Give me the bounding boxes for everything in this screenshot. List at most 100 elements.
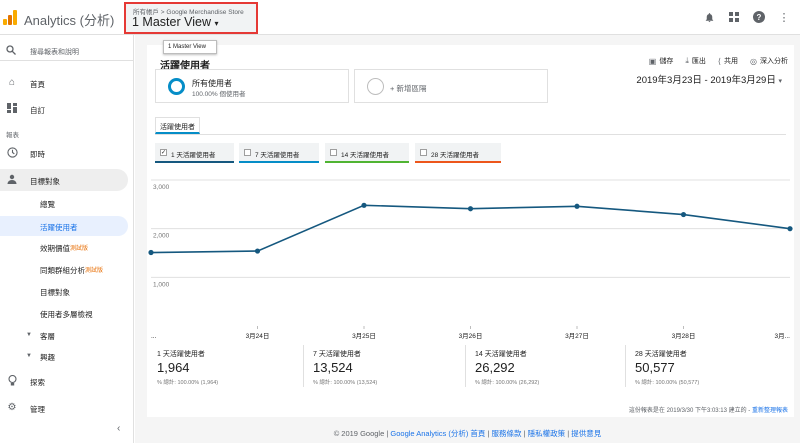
gear-icon: ⚙: [7, 402, 17, 413]
data-point: [787, 226, 793, 232]
sidebar-sub-cohort[interactable]: 同類群組分析測試版: [0, 259, 128, 279]
lightbulb-icon: [6, 374, 18, 387]
summary-14-day: 14 天活躍使用者 26,292 % 總計: 100.00% (26,292): [465, 340, 625, 390]
export-icon: ⤓: [685, 56, 689, 65]
data-point: [467, 206, 474, 212]
sidebar-item-label: 探索: [30, 378, 45, 387]
export-button[interactable]: ⤓ 匯出: [685, 56, 706, 66]
sidebar-sub-label: 活躍使用者: [40, 223, 78, 232]
app-title[interactable]: Analytics (分析): [24, 10, 114, 29]
footer-link-terms[interactable]: 服務條款: [492, 429, 522, 438]
sidebar-sub-active-users[interactable]: 活躍使用者: [0, 216, 128, 236]
share-button[interactable]: ⟨ 共用: [718, 56, 738, 66]
summary-1-day: 1 天活躍使用者 1,964 % 總計: 100.00% (1,964): [147, 340, 307, 390]
x-tick-label: 3月24日: [246, 332, 270, 340]
sidebar-item-label: 管理: [30, 405, 45, 414]
view-selector[interactable]: 所有帳戶 > Google Merchandise Store 1 Master…: [124, 2, 258, 34]
checkbox-icon: [244, 149, 251, 156]
tab-active-users[interactable]: 活躍使用者: [155, 117, 200, 134]
save-button[interactable]: ▣ 儲存: [649, 56, 674, 66]
beta-badge: 測試版: [70, 246, 89, 252]
sidebar-sub-lifetime-value[interactable]: 效期價值測試版: [0, 237, 128, 257]
sidebar-item-audience[interactable]: 目標對象: [0, 169, 128, 191]
top-bar: Analytics (分析) 所有帳戶 > Google Merchandise…: [0, 0, 800, 35]
sidebar-item-discover[interactable]: 探索: [0, 370, 134, 392]
segment-all-users[interactable]: 所有使用者 100.00% 個使用者: [155, 69, 349, 103]
x-tick-label: 3月28日: [672, 332, 696, 340]
metric-14-day-button[interactable]: 14 天活躍使用者: [325, 143, 409, 163]
add-segment-label: + 新增區隔: [390, 84, 427, 93]
sidebar-item-custom[interactable]: 自訂: [0, 98, 134, 120]
metric-label: 7 天活躍使用者: [255, 152, 300, 159]
sidebar-sub-demographics[interactable]: ▼ 客層: [0, 325, 128, 345]
svg-text:?: ?: [757, 13, 762, 22]
footer-link-home[interactable]: Google Analytics (分析) 首頁: [390, 429, 485, 438]
sidebar-item-label: 自訂: [30, 106, 45, 115]
refresh-report-link[interactable]: 重新整理報表: [752, 408, 788, 414]
insights-button[interactable]: ◎ 深入分析: [750, 56, 788, 66]
date-range-picker[interactable]: 2019年3月23日 - 2019年3月29日 ▾: [636, 72, 782, 86]
expand-arrow-icon: ▼: [26, 353, 32, 359]
segment-circle-icon: [168, 78, 185, 95]
sidebar-item-home[interactable]: ⌂ 首頁: [0, 72, 134, 94]
sidebar-sub-label: 客層: [40, 332, 55, 341]
sidebar-sub-label: 效期價值測試版: [40, 244, 89, 253]
x-tick-label: 3月27日: [565, 332, 589, 340]
data-point: [680, 211, 687, 218]
sidebar-sub-audiences[interactable]: 目標對象: [0, 281, 128, 301]
summary-percentage: % 總計: 100.00% (1,964): [157, 380, 219, 386]
summary-label: 14 天活躍使用者: [475, 351, 527, 358]
analytics-logo-icon[interactable]: [2, 9, 18, 25]
sidebar-sub-label: 同類群組分析測試版: [40, 266, 104, 275]
sidebar-sub-user-explorer[interactable]: 使用者多層檢視: [0, 303, 128, 323]
add-segment-circle-icon: [367, 78, 384, 95]
footer: © 2019 Google | Google Analytics (分析) 首頁…: [333, 429, 602, 438]
checkbox-icon: [420, 149, 427, 156]
insights-icon: ◎: [750, 56, 757, 66]
summary-value: 50,577: [635, 360, 675, 375]
top-icons: ? ⋮: [701, 9, 792, 25]
sidebar-sub-label: 總覽: [40, 200, 55, 209]
segment-percentage: 100.00% 個使用者: [192, 91, 246, 98]
footer-link-privacy[interactable]: 隱私權政策: [528, 429, 566, 438]
data-point: [361, 202, 367, 208]
summary-value: 1,964: [157, 360, 190, 375]
tab-divider: [155, 134, 786, 135]
sidebar-item-admin[interactable]: ⚙ 管理: [0, 397, 134, 419]
bell-icon[interactable]: [701, 9, 717, 25]
metric-7-day-button[interactable]: 7 天活躍使用者: [239, 143, 319, 163]
summary-value: 13,524: [313, 360, 353, 375]
sidebar-item-realtime[interactable]: 即時: [0, 142, 134, 164]
sidebar: 搜尋報表和說明 ⌂ 首頁 自訂 報表 即時 目標對象 總覽 活躍使用者 效期價值…: [0, 35, 134, 443]
share-icon: ⟨: [717, 56, 722, 66]
metric-color-bar: [239, 161, 319, 163]
apps-grid-icon[interactable]: [726, 9, 742, 25]
expand-arrow-icon: ▼: [26, 332, 32, 338]
person-icon: [6, 174, 18, 186]
sidebar-sub-overview[interactable]: 總覽: [0, 193, 128, 213]
footer-link-feedback[interactable]: 提供意見: [571, 429, 601, 438]
checkbox-icon: [330, 149, 337, 156]
metric-color-bar: [155, 161, 234, 163]
metric-1-day-button[interactable]: ✓ 1 天活躍使用者: [155, 143, 234, 163]
help-icon[interactable]: ?: [751, 9, 767, 25]
caret-down-icon: ▾: [778, 78, 782, 85]
collapse-sidebar-icon[interactable]: ‹: [117, 423, 120, 434]
summary-label: 1 天活躍使用者: [157, 351, 205, 358]
sidebar-item-label: 目標對象: [30, 177, 60, 186]
metric-color-bar: [415, 161, 501, 163]
data-point: [254, 248, 261, 254]
summary-label: 7 天活躍使用者: [313, 351, 361, 358]
y-tick-label: 3,000: [153, 184, 170, 191]
add-segment-button[interactable]: + 新增區隔: [354, 69, 548, 103]
x-tick-label: 3月...: [774, 332, 790, 340]
view-tooltip: 1 Master View: [163, 40, 217, 54]
sidebar-sub-interests[interactable]: ▼ 興趣: [0, 346, 128, 366]
sidebar-item-label: 首頁: [30, 80, 45, 89]
search-placeholder: 搜尋報表和說明: [30, 49, 79, 56]
checkbox-checked-icon: ✓: [160, 149, 167, 156]
x-tick-label: ...: [151, 333, 157, 340]
more-vert-icon[interactable]: ⋮: [776, 9, 792, 25]
search-row[interactable]: 搜尋報表和說明: [0, 39, 134, 61]
metric-28-day-button[interactable]: 28 天活躍使用者: [415, 143, 501, 163]
